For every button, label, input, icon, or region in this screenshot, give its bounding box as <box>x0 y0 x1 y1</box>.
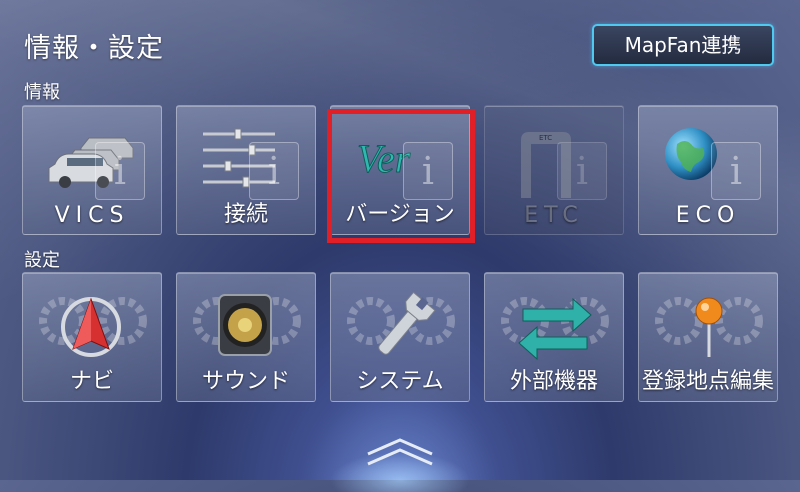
tile-navi[interactable]: ナビ <box>22 272 162 402</box>
tile-system[interactable]: システム <box>330 272 470 402</box>
map-pin-icon <box>695 297 723 357</box>
tile-label: 外部機器 <box>509 369 598 394</box>
tile-external-devices[interactable]: 外部機器 <box>484 272 624 402</box>
tile-label: サウンド <box>201 369 290 394</box>
tile-connection[interactable]: i 接続 <box>176 105 316 235</box>
background <box>0 0 800 480</box>
info-badge: i <box>403 142 453 200</box>
tile-version[interactable]: Ver i バージョン <box>330 105 470 235</box>
tile-label: ナビ <box>69 369 114 394</box>
chevron-up-icon[interactable] <box>360 434 440 468</box>
info-badge: i <box>249 142 299 200</box>
tile-label: バージョン <box>345 202 455 227</box>
page-title: 情報・設定 <box>24 33 164 64</box>
mapfan-link-button[interactable]: MapFan連携 <box>592 24 774 66</box>
connection-arrows-icon <box>518 297 592 361</box>
tile-label: 接続 <box>223 202 268 227</box>
speaker-icon <box>218 294 272 356</box>
info-badge: i <box>557 142 607 200</box>
tile-vics[interactable]: i VICS <box>22 105 162 235</box>
section-label-settings: 設定 <box>24 250 60 271</box>
tile-label: 登録地点編集 <box>641 369 774 394</box>
tile-label: ECO <box>675 203 741 228</box>
tile-label: システム <box>356 369 444 394</box>
section-label-info: 情報 <box>24 82 60 103</box>
navigation-arrow-icon <box>61 297 121 357</box>
tile-eco[interactable]: i ECO <box>638 105 778 235</box>
tile-label: ETC <box>524 203 584 228</box>
info-badge: i <box>711 142 761 200</box>
svg-text:ETC: ETC <box>539 134 552 142</box>
tile-sound[interactable]: サウンド <box>176 272 316 402</box>
info-badge: i <box>95 142 145 200</box>
tile-label: VICS <box>54 203 130 228</box>
wrench-icon <box>378 291 436 355</box>
tile-etc: ETC i ETC <box>484 105 624 235</box>
tile-registered-locations[interactable]: 登録地点編集 <box>638 272 778 402</box>
